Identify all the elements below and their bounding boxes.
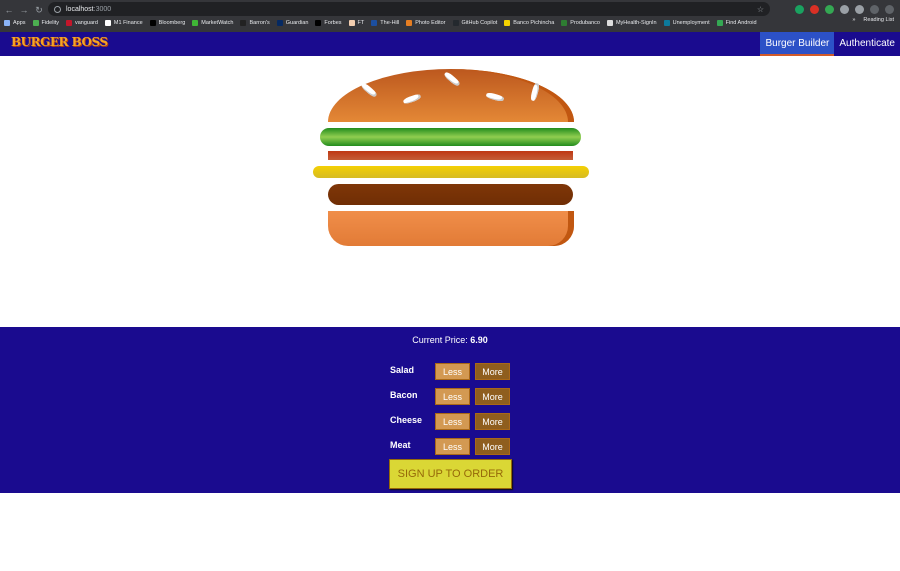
control-label: Salad [390,365,415,375]
less-meat-button[interactable]: Less [435,438,470,455]
order-button[interactable]: SIGN UP TO ORDER [389,459,512,489]
extensions [795,5,894,14]
profile-avatar[interactable] [870,5,879,14]
bookmark-item[interactable]: Apps [4,20,26,26]
puzzle-icon[interactable] [855,5,864,14]
main-nav: Burger Builder Authenticate [760,32,900,56]
burger-preview [0,56,900,327]
ingredient-bacon [328,151,573,160]
reload-icon[interactable]: ↻ [33,4,45,16]
more-bookmarks-icon[interactable]: » [852,17,855,23]
seed [402,93,422,105]
bookmark-item[interactable]: Banco Pichincha [504,20,554,26]
less-cheese-button[interactable]: Less [435,413,470,430]
bookmark-item[interactable]: FT [348,20,364,26]
control-label: Meat [390,440,411,450]
control-row-salad: Salad Less More [390,363,514,380]
bookmark-item[interactable]: MarketWatch [192,20,233,26]
more-salad-button[interactable]: More [475,363,510,380]
url-text: localhost:3000 [66,5,112,13]
browser-chrome: ← → ↻ localhost:3000 ☆ Apps Fidelity van… [0,0,900,32]
seed [443,70,461,88]
forward-icon[interactable]: → [18,4,30,16]
ingredient-cheese [313,166,589,178]
app: BURGER BOSS Burger Builder Authenticate … [0,32,900,571]
control-row-bacon: Bacon Less More [390,388,514,405]
extension-icon[interactable] [795,5,804,14]
reading-list-button[interactable]: Reading List [863,17,894,23]
menu-icon[interactable] [885,5,894,14]
price-value: 6.90 [470,335,488,345]
bookmark-item[interactable]: Bloomberg [149,20,185,26]
seed [485,91,505,103]
info-icon[interactable] [54,5,61,13]
bookmark-item[interactable]: Fidelity [32,20,59,26]
current-price: Current Price: 6.90 [412,335,488,345]
bookmark-item[interactable]: Forbes [315,20,342,26]
ingredient-salad [320,128,581,146]
toolbar: BURGER BOSS Burger Builder Authenticate [0,32,900,56]
build-controls: Current Price: 6.90 Salad Less More Baco… [0,327,900,493]
bookmark-item[interactable]: GitHub Copilot [452,20,497,26]
bookmark-star-icon[interactable]: ☆ [757,5,764,14]
bookmark-item[interactable]: Photo Editor [406,20,446,26]
logo[interactable]: BURGER BOSS [11,35,108,49]
control-label: Cheese [390,415,423,425]
bread-top [328,69,574,122]
address-bar[interactable]: localhost:3000 ☆ [48,2,770,16]
address-row: ← → ↻ localhost:3000 ☆ [0,2,900,17]
back-icon[interactable]: ← [3,4,15,16]
ingredient-meat [328,184,573,205]
seed [529,82,541,102]
nav-burger-builder[interactable]: Burger Builder [760,32,835,56]
control-label: Bacon [390,390,418,400]
control-row-cheese: Cheese Less More [390,413,514,430]
bookmark-item[interactable]: MyHealth-SignIn [606,20,657,26]
bookmark-item[interactable]: vanguard [65,20,98,26]
bread-bottom [328,211,574,246]
more-cheese-button[interactable]: More [475,413,510,430]
blank-area [0,493,900,571]
bookmarks-bar: Apps Fidelity vanguard M1 Finance Bloomb… [4,17,896,29]
bookmark-item[interactable]: Guardian [276,20,308,26]
less-salad-button[interactable]: Less [435,363,470,380]
nav-authenticate[interactable]: Authenticate [834,32,900,56]
less-bacon-button[interactable]: Less [435,388,470,405]
control-row-meat: Meat Less More [390,438,514,455]
bookmark-item[interactable]: The-Hill [371,20,399,26]
more-meat-button[interactable]: More [475,438,510,455]
extension-icon[interactable] [810,5,819,14]
extension-icon[interactable] [825,5,834,14]
extension-icon[interactable] [840,5,849,14]
bookmark-item[interactable]: Unemployment [663,20,710,26]
bookmark-item[interactable]: M1 Finance [104,20,143,26]
bookmarks-right: » Reading List [852,17,894,23]
bookmark-item[interactable]: Produbanco [561,20,600,26]
bookmark-item[interactable]: Find Android [716,20,757,26]
more-bacon-button[interactable]: More [475,388,510,405]
bookmark-item[interactable]: Barron's [240,20,270,26]
seed [360,81,378,99]
